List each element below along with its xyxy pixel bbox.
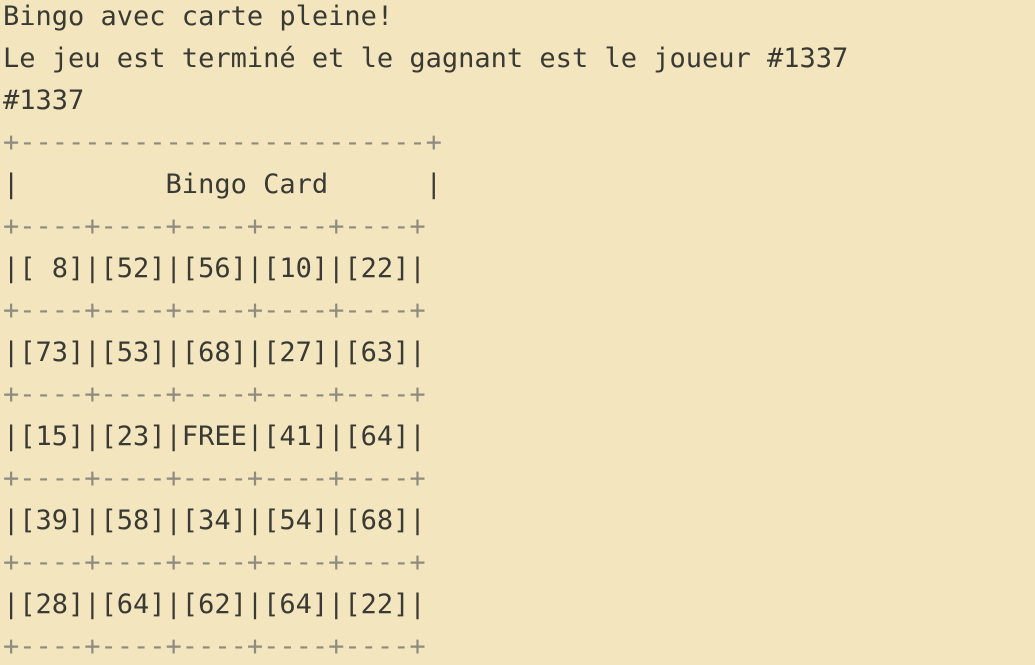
card-row-3: |[15]|[23]|FREE|[41]|[64]| <box>3 421 426 452</box>
card-row-2: |[73]|[53]|[68]|[27]|[63]| <box>3 337 426 368</box>
card-title-row: | Bingo Card | <box>3 169 442 200</box>
card-top-border: +-------------------------+ <box>3 127 442 158</box>
terminal-output: Bingo avec carte pleine! Le jeu est term… <box>0 0 1035 665</box>
message-game-over: Le jeu est terminé et le gagnant est le … <box>3 43 849 74</box>
message-full-card: Bingo avec carte pleine! <box>3 1 394 32</box>
card-separator: +----+----+----+----+----+ <box>3 295 426 326</box>
card-row-1: |[ 8]|[52]|[56]|[10]|[22]| <box>3 253 426 284</box>
card-separator: +----+----+----+----+----+ <box>3 379 426 410</box>
message-winner-id: #1337 <box>3 85 85 116</box>
card-separator: +----+----+----+----+----+ <box>3 211 426 242</box>
card-bottom-border: +----+----+----+----+----+ <box>3 631 426 662</box>
card-row-4: |[39]|[58]|[34]|[54]|[68]| <box>3 505 426 536</box>
card-separator: +----+----+----+----+----+ <box>3 547 426 578</box>
card-separator: +----+----+----+----+----+ <box>3 463 426 494</box>
card-row-5: |[28]|[64]|[62]|[64]|[22]| <box>3 589 426 620</box>
